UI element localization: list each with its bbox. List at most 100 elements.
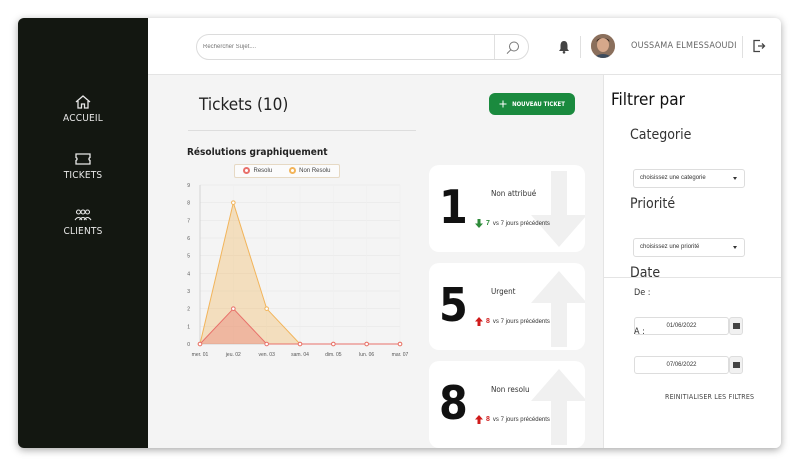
sidebar-item-label: ACCUEIL: [63, 113, 103, 124]
header-divider: [742, 36, 743, 58]
stat-delta-value: 8: [486, 416, 490, 423]
chart-x-tick-label: sam. 04: [291, 352, 309, 358]
chart-point: [231, 200, 236, 205]
avatar-image: [591, 34, 615, 58]
chart-x-tick-label: lun. 06: [359, 352, 374, 358]
chart-y-tick-label: 6: [187, 236, 190, 242]
stat-delta-text: vs 7 jours précédents: [492, 416, 550, 423]
sidebar-item-tickets[interactable]: TICKETS: [18, 151, 148, 181]
priority-select[interactable]: choisissez une priorité: [633, 238, 745, 257]
category-select[interactable]: choisissez une categorie: [633, 169, 745, 188]
reset-filters-button[interactable]: REINITIALISER LES FILTRES: [665, 393, 754, 401]
search-input[interactable]: [203, 38, 493, 56]
stat-card-non-attribue[interactable]: 1 Non attribué 7 vs 7 jours précédents: [429, 165, 585, 252]
sidebar-item-label: TICKETS: [63, 170, 103, 181]
stat-card-urgent[interactable]: 5 Urgent 8 vs 7 jours précédents: [429, 263, 585, 350]
stat-delta-value: 7: [486, 220, 490, 227]
filter-title: Filtrer par: [611, 90, 685, 110]
search-box: [196, 34, 529, 60]
new-ticket-label: NOUVEAU TICKET: [512, 100, 565, 108]
stat-delta: 7 vs 7 jours précédents: [475, 219, 550, 228]
stat-delta-text: vs 7 jours précédents: [492, 318, 550, 325]
chart-x-tick-label: dim. 05: [325, 352, 342, 358]
chart-point: [297, 341, 303, 347]
chart-point: [264, 306, 269, 311]
chevron-down-icon: [733, 177, 737, 180]
to-label: A :: [634, 327, 645, 337]
title-divider: [188, 130, 416, 131]
stat-label: Urgent: [491, 287, 516, 296]
to-date-input[interactable]: 07/06/2022: [634, 356, 729, 374]
filter-panel: Filtrer par Categorie choisissez une cat…: [603, 75, 781, 448]
chart-point: [264, 341, 269, 347]
priority-select-value: choisissez une priorité: [640, 244, 700, 250]
stat-delta: 8 vs 7 jours précédents: [475, 317, 550, 326]
chart-x-tick-label: ven. 03: [258, 352, 275, 358]
users-icon: [74, 209, 92, 221]
legend-item-non-resolu[interactable]: Non Resolu: [289, 167, 331, 175]
stat-number: 1: [439, 180, 468, 234]
chart-y-tick-label: 4: [187, 271, 190, 277]
from-label: De :: [634, 288, 651, 298]
chart-title: Résolutions graphiquement: [187, 147, 328, 158]
stat-delta: 8 vs 7 jours précédents: [475, 415, 550, 424]
chart-point: [231, 306, 236, 311]
chart-y-tick-label: 3: [187, 289, 190, 295]
from-calendar-button[interactable]: [729, 317, 743, 335]
category-label: Categorie: [630, 127, 692, 143]
chart-point: [331, 341, 336, 347]
top-bar: OUSSAMA ELMESSAOUDI: [148, 18, 781, 75]
chart-x-tick-label: mar. 07: [392, 352, 409, 358]
main-content: Tickets (10) NOUVEAU TICKET Résolutions …: [148, 75, 603, 448]
chart-y-tick-label: 0: [187, 342, 190, 348]
chart-y-tick-label: 2: [187, 307, 190, 313]
stat-delta-value: 8: [486, 318, 490, 325]
chart-y-tick-label: 9: [187, 183, 190, 189]
priority-label: Priorité: [630, 196, 676, 212]
stat-number: 8: [439, 376, 468, 430]
resolutions-chart: 0 1 2 3 4 5 6 7 8 9 mer. 01 jeu. 02 ven. 03 sam. 04 di…: [187, 183, 409, 358]
sidebar-item-clients[interactable]: CLIENTS: [18, 207, 148, 237]
chart-x-tick-label: jeu. 02: [225, 352, 241, 358]
chart-point: [397, 341, 403, 347]
ticket-icon: [75, 153, 91, 165]
arrow-up-watermark-icon: [531, 271, 585, 347]
bell-icon[interactable]: [558, 40, 570, 54]
chart-point: [364, 341, 369, 347]
stat-delta-text: vs 7 jours précédents: [492, 220, 550, 227]
arrow-down-icon: [475, 219, 483, 228]
sidebar-item-accueil[interactable]: ACCUEIL: [18, 94, 148, 124]
arrow-up-watermark-icon: [531, 369, 585, 445]
chart-x-tick-label: mer. 01: [192, 352, 209, 358]
chart-y-tick-label: 7: [187, 218, 190, 224]
chevron-down-icon: [733, 246, 737, 249]
legend-item-resolu[interactable]: Resolu: [243, 167, 272, 175]
arrow-up-icon: [475, 415, 483, 424]
logout-icon[interactable]: [752, 39, 766, 53]
category-select-value: choisissez une categorie: [640, 175, 706, 181]
search-divider: [494, 35, 495, 59]
plus-icon: [499, 100, 507, 108]
chart-legend: Resolu Non Resolu: [234, 164, 340, 178]
home-icon: [75, 95, 91, 109]
calendar-icon: [732, 362, 740, 368]
chart-y-tick-label: 1: [187, 324, 190, 330]
to-calendar-button[interactable]: [729, 356, 743, 374]
app-window: ACCUEIL TICKETS CLIENTS OUSSAMA EL: [18, 18, 781, 448]
sidebar-item-label: CLIENTS: [63, 226, 103, 237]
date-label: Date: [630, 265, 661, 281]
chart-y-tick-label: 8: [187, 201, 190, 207]
avatar[interactable]: [591, 34, 615, 58]
calendar-icon: [732, 323, 740, 329]
from-date-input[interactable]: 01/06/2022: [634, 317, 729, 335]
chart-y-tick-label: 5: [187, 254, 190, 260]
search-icon[interactable]: [505, 40, 521, 56]
stat-card-non-resolu[interactable]: 8 Non resolu 8 vs 7 jours précédents: [429, 361, 585, 448]
header-divider: [580, 36, 581, 58]
sidebar: ACCUEIL TICKETS CLIENTS: [18, 18, 148, 448]
stat-label: Non resolu: [491, 385, 530, 394]
stat-label: Non attribué: [491, 189, 537, 198]
arrow-up-icon: [475, 317, 483, 326]
new-ticket-button[interactable]: NOUVEAU TICKET: [489, 93, 575, 115]
username[interactable]: OUSSAMA ELMESSAOUDI: [631, 41, 737, 51]
